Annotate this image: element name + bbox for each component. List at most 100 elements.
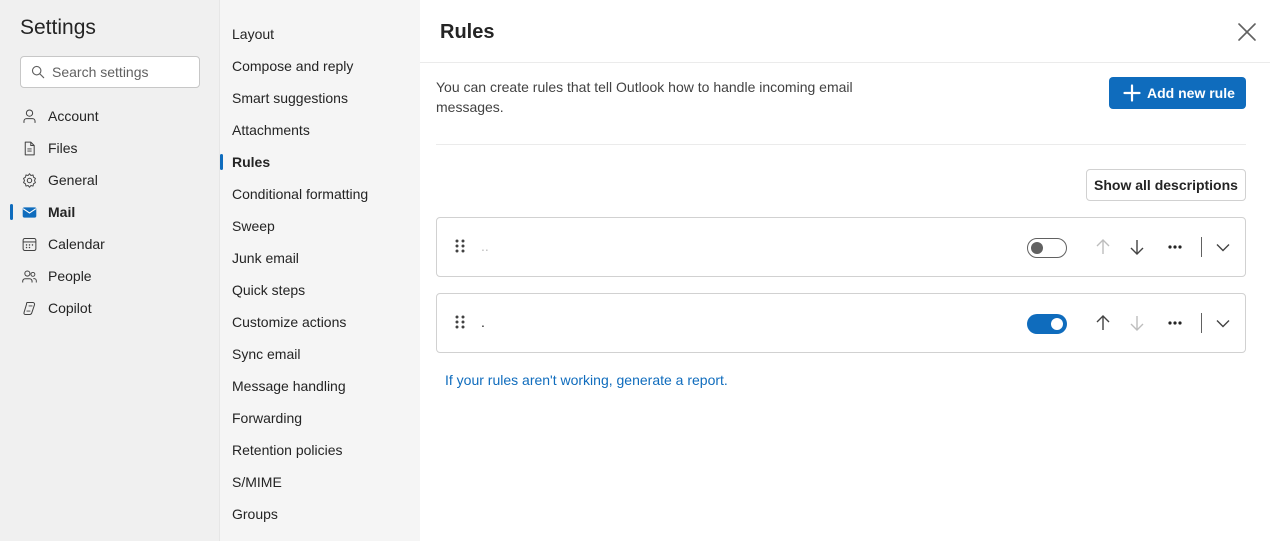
settings-sidebar: Settings Account Files General Mail Cale…: [0, 0, 220, 541]
add-new-rule-label: Add new rule: [1147, 85, 1235, 101]
chevron-down-icon: [1216, 320, 1230, 328]
menu-item-label: Smart suggestions: [232, 90, 348, 106]
search-settings-box[interactable]: [20, 56, 200, 88]
menu-item-rules[interactable]: Rules: [220, 146, 420, 178]
drag-handle-icon[interactable]: [454, 238, 466, 254]
menu-item-groups[interactable]: Groups: [220, 498, 420, 530]
category-account[interactable]: Account: [0, 100, 220, 132]
expand-button[interactable]: [1212, 312, 1234, 334]
category-mail-label: Mail: [48, 204, 76, 220]
show-all-descriptions-button[interactable]: Show all descriptions: [1086, 169, 1246, 201]
menu-item-compose-and-reply[interactable]: Compose and reply: [220, 50, 420, 82]
drag-handle-icon[interactable]: [454, 314, 466, 330]
menu-item-label: Attachments: [232, 122, 310, 138]
rule-row: .: [436, 293, 1246, 353]
mail-icon: [22, 207, 37, 218]
menu-item-conditional-formatting[interactable]: Conditional formatting: [220, 178, 420, 210]
expand-button[interactable]: [1212, 236, 1234, 258]
settings-title: Settings: [20, 16, 96, 39]
more-options-button[interactable]: [1164, 236, 1186, 258]
menu-item-smart-suggestions[interactable]: Smart suggestions: [220, 82, 420, 114]
more-options-button[interactable]: [1164, 312, 1186, 334]
menu-item-label: Forwarding: [232, 410, 303, 426]
rule-enable-toggle[interactable]: [1027, 314, 1067, 334]
category-people[interactable]: People: [0, 260, 220, 292]
menu-item-label: Sync email: [232, 346, 301, 362]
menu-item-message-handling[interactable]: Message handling: [220, 370, 420, 402]
plus-icon: [1123, 84, 1141, 102]
rule-row: ..: [436, 217, 1246, 277]
menu-item-label: Customize actions: [232, 314, 347, 330]
menu-item-label: S/MIME: [232, 474, 282, 490]
category-copilot[interactable]: Copilot: [0, 292, 220, 324]
divider: [1201, 313, 1202, 333]
menu-item-quick-steps[interactable]: Quick steps: [220, 274, 420, 306]
category-calendar[interactable]: Calendar: [0, 228, 220, 260]
category-files[interactable]: Files: [0, 132, 220, 164]
arrow-up-icon: [1096, 315, 1110, 330]
menu-item-forwarding[interactable]: Forwarding: [220, 402, 420, 434]
menu-item-label: Message handling: [232, 378, 346, 394]
move-down-button[interactable]: [1126, 236, 1148, 258]
category-people-label: People: [48, 268, 92, 284]
more-icon: [1168, 321, 1182, 325]
category-copilot-label: Copilot: [48, 300, 92, 316]
toggle-knob: [1051, 318, 1063, 330]
copilot-icon: [23, 302, 36, 315]
generate-report-link[interactable]: If your rules aren't working, generate a…: [445, 372, 728, 388]
menu-item-layout[interactable]: Layout: [220, 18, 420, 50]
rules-description: You can create rules that tell Outlook h…: [436, 79, 853, 115]
menu-item-label: Junk email: [232, 250, 299, 266]
menu-item-sweep[interactable]: Sweep: [220, 210, 420, 242]
divider: [1201, 237, 1202, 257]
rule-enable-toggle[interactable]: [1027, 238, 1067, 258]
category-general-label: General: [48, 172, 98, 188]
more-icon: [1168, 245, 1182, 249]
arrow-down-icon: [1130, 240, 1144, 255]
rules-panel: Rules You can create rules that tell Out…: [420, 0, 1270, 541]
menu-item-label: Quick steps: [232, 282, 306, 298]
menu-item-junk-email[interactable]: Junk email: [220, 242, 420, 274]
category-mail[interactable]: Mail: [0, 196, 220, 228]
move-up-button[interactable]: [1092, 236, 1114, 258]
menu-item-attachments[interactable]: Attachments: [220, 114, 420, 146]
close-icon[interactable]: [1236, 21, 1258, 43]
category-calendar-label: Calendar: [48, 236, 105, 252]
category-account-label: Account: [48, 108, 99, 124]
menu-item-label: Sweep: [232, 218, 275, 234]
chevron-down-icon: [1216, 244, 1230, 252]
mail-settings-menu: Layout Compose and reply Smart suggestio…: [220, 0, 420, 541]
person-icon: [23, 109, 36, 123]
active-indicator: [220, 154, 223, 170]
search-icon: [31, 65, 45, 79]
menu-item-label: Layout: [232, 26, 275, 42]
menu-item-label: Groups: [232, 506, 278, 522]
menu-item-retention-policies[interactable]: Retention policies: [220, 434, 420, 466]
document-icon: [24, 141, 35, 156]
menu-item-sync-email[interactable]: Sync email: [220, 338, 420, 370]
arrow-down-icon: [1130, 316, 1144, 331]
menu-item-customize-actions[interactable]: Customize actions: [220, 306, 420, 338]
menu-item-label: Conditional formatting: [232, 186, 369, 202]
add-new-rule-button[interactable]: Add new rule: [1109, 77, 1246, 109]
rule-name: .: [481, 314, 485, 330]
active-indicator: [10, 204, 13, 220]
menu-item-label: Compose and reply: [232, 58, 354, 74]
toggle-knob: [1031, 242, 1043, 254]
rule-name: ..: [481, 238, 489, 254]
search-settings-input[interactable]: [52, 64, 192, 80]
category-files-label: Files: [48, 140, 78, 156]
move-up-button[interactable]: [1092, 312, 1114, 334]
calendar-icon: [22, 238, 37, 251]
people-icon: [22, 270, 37, 283]
panel-title: Rules: [440, 21, 495, 43]
menu-item-label: Rules: [232, 154, 271, 170]
category-general[interactable]: General: [0, 164, 220, 196]
menu-item-smime[interactable]: S/MIME: [220, 466, 420, 498]
move-down-button[interactable]: [1126, 312, 1148, 334]
arrow-up-icon: [1096, 239, 1110, 254]
section-divider: [436, 144, 1246, 145]
gear-icon: [23, 173, 36, 188]
header-divider: [420, 62, 1270, 63]
menu-item-label: Retention policies: [232, 442, 343, 458]
